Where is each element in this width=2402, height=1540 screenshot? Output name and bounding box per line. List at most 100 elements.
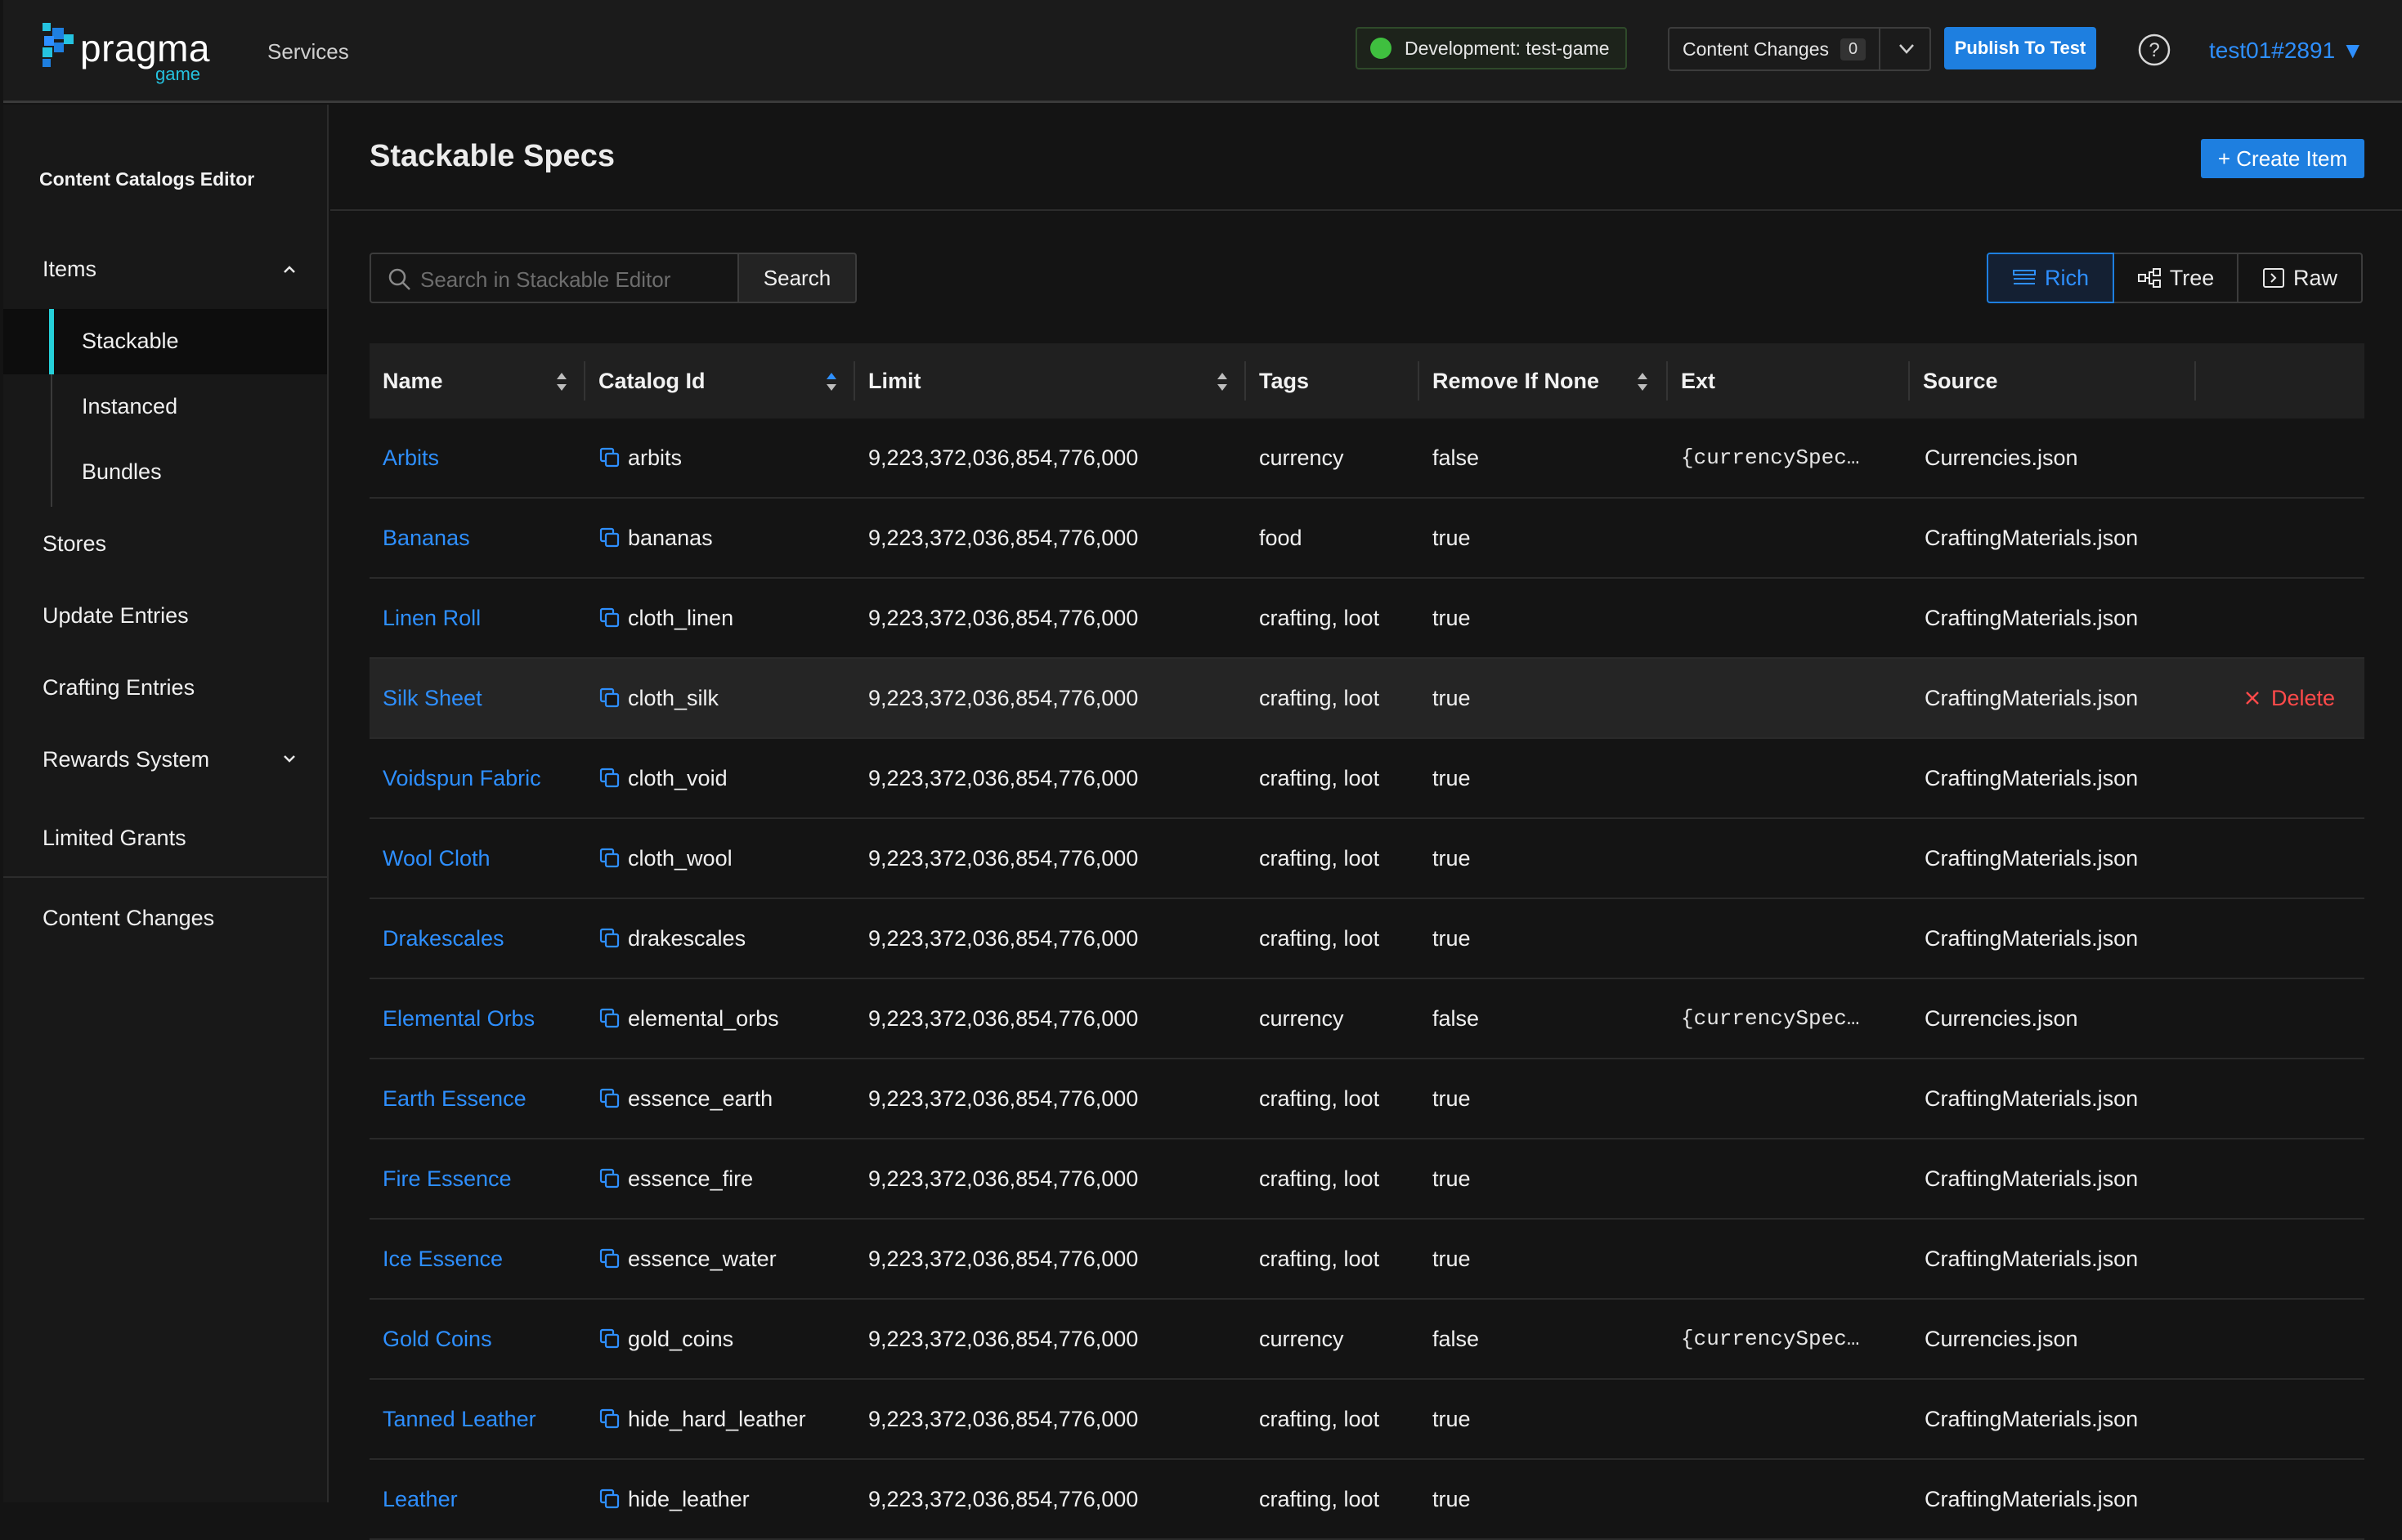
copy-icon[interactable] xyxy=(598,1007,621,1030)
column-header-limit[interactable]: Limit xyxy=(855,343,1244,419)
sort-icon[interactable] xyxy=(1215,369,1230,394)
help-icon[interactable]: ? xyxy=(2137,33,2171,67)
copy-icon[interactable] xyxy=(598,1488,621,1511)
copy-icon[interactable] xyxy=(598,526,621,549)
cell-remove-if-none-text: false xyxy=(1432,1005,1480,1031)
cell-name[interactable]: Linen Roll xyxy=(383,579,481,657)
sidebar-item-instanced[interactable]: Instanced xyxy=(82,394,177,419)
search-input[interactable] xyxy=(419,262,733,297)
sidebar-item-rewards-system[interactable]: Rewards System xyxy=(43,747,209,772)
copy-icon[interactable] xyxy=(598,446,621,469)
table-row[interactable]: Voidspun Fabric cloth_void 9,223,372,036,8… xyxy=(370,739,2364,819)
cell-name[interactable]: Bananas xyxy=(383,499,470,577)
cell-catalog-id-text: cloth_void xyxy=(628,765,728,790)
sidebar-item-limited-grants[interactable]: Limited Grants xyxy=(43,826,186,851)
table-row[interactable]: Silk Sheet cloth_silk 9,223,372,036,854,77… xyxy=(370,659,2364,739)
cell-tags: crafting, loot xyxy=(1259,659,1379,737)
create-item-button[interactable]: + Create Item xyxy=(2201,139,2364,178)
column-divider xyxy=(2194,361,2196,401)
cell-remove-if-none: false xyxy=(1432,979,1479,1058)
cell-name[interactable]: Arbits xyxy=(383,419,439,497)
cell-tags: crafting, loot xyxy=(1259,1460,1379,1538)
table-row[interactable]: Elemental Orbs elemental_orbs 9,223,372,03… xyxy=(370,979,2364,1059)
table-row[interactable]: Leather hide_leather 9,223,372,036,854,776… xyxy=(370,1460,2364,1540)
copy-icon[interactable] xyxy=(598,1167,621,1190)
table-row[interactable]: Gold Coins gold_coins 9,223,372,036,854,77… xyxy=(370,1300,2364,1380)
pragma-logo[interactable]: pragma game xyxy=(43,23,231,85)
cell-name[interactable]: Fire Essence xyxy=(383,1139,512,1218)
cell-name[interactable]: Gold Coins xyxy=(383,1300,492,1378)
column-header-tags[interactable]: Tags xyxy=(1246,343,1419,419)
sidebar-item-stores[interactable]: Stores xyxy=(43,531,106,557)
cell-remove-if-none-text: true xyxy=(1432,1246,1471,1271)
chevron-down-icon[interactable] xyxy=(1890,37,1923,61)
view-tree-button[interactable]: Tree xyxy=(2113,253,2238,303)
cell-catalog-id: gold_coins xyxy=(598,1300,733,1378)
raw-view-icon xyxy=(2262,268,2284,288)
column-header-ext[interactable]: Ext xyxy=(1668,343,1910,419)
table-row[interactable]: Drakescales drakescales 9,223,372,036,854,… xyxy=(370,899,2364,979)
nav-services[interactable]: Services xyxy=(267,39,349,65)
publish-to-test-button[interactable]: Publish To Test xyxy=(1944,27,2096,69)
chevron-up-icon[interactable] xyxy=(280,260,299,280)
copy-icon[interactable] xyxy=(598,927,621,950)
cell-name[interactable]: Wool Cloth xyxy=(383,819,491,898)
sidebar-item-content-changes[interactable]: Content Changes xyxy=(43,906,214,931)
copy-icon[interactable] xyxy=(598,1247,621,1270)
sidebar-item-items[interactable]: Items xyxy=(43,257,96,282)
copy-icon[interactable] xyxy=(598,607,621,629)
table-row[interactable]: Arbits arbits 9,223,372,036,854,776,000 cur… xyxy=(370,419,2364,499)
column-header-catalog-id[interactable]: Catalog Id xyxy=(585,343,855,419)
column-header-remove-if-none[interactable]: Remove If None xyxy=(1419,343,1666,419)
cell-name[interactable]: Drakescales xyxy=(383,899,504,978)
cell-name[interactable]: Ice Essence xyxy=(383,1220,503,1298)
cell-name[interactable]: Earth Essence xyxy=(383,1059,527,1138)
view-rich-button[interactable]: Rich xyxy=(1987,253,2114,303)
table-row[interactable]: Linen Roll cloth_linen 9,223,372,036,854,7… xyxy=(370,579,2364,659)
chevron-down-icon[interactable] xyxy=(280,749,299,768)
cell-name[interactable]: Silk Sheet xyxy=(383,659,482,737)
cell-catalog-id: arbits xyxy=(598,419,682,497)
content-changes-dropdown[interactable]: Content Changes 0 xyxy=(1668,27,1931,71)
column-header-name[interactable]: Name xyxy=(370,343,585,419)
cell-tags-text: crafting, loot xyxy=(1259,1246,1380,1271)
table-row[interactable]: Fire Essence essence_fire 9,223,372,036,85… xyxy=(370,1139,2364,1220)
delete-button[interactable]: Delete xyxy=(2243,659,2335,737)
user-menu[interactable]: test01#2891 ▼ xyxy=(2209,38,2364,64)
table-row[interactable]: Tanned Leather hide_hard_leather 9,223,372… xyxy=(370,1380,2364,1460)
cell-limit-text: 9,223,372,036,854,776,000 xyxy=(868,845,1139,871)
sidebar-item-stackable[interactable]: Stackable xyxy=(82,329,179,354)
table-row[interactable]: Wool Cloth cloth_wool 9,223,372,036,854,77… xyxy=(370,819,2364,899)
cell-source-text: CraftingMaterials.json xyxy=(1925,925,2139,951)
sort-icon[interactable] xyxy=(554,369,569,394)
environment-badge[interactable]: Development: test-game xyxy=(1356,27,1627,69)
sort-icon[interactable] xyxy=(1635,369,1650,394)
copy-icon[interactable] xyxy=(598,1327,621,1350)
cell-name[interactable]: Voidspun Fabric xyxy=(383,739,541,817)
sidebar-item-update-entries[interactable]: Update Entries xyxy=(43,603,189,629)
search-button[interactable]: Search xyxy=(739,253,857,303)
copy-icon[interactable] xyxy=(598,1087,621,1110)
cell-source-text: CraftingMaterials.json xyxy=(1925,1086,2139,1111)
copy-icon[interactable] xyxy=(598,847,621,870)
stackable-specs-table: Name Catalog Id Limit Tags Remove If Non… xyxy=(370,343,2364,1540)
copy-icon[interactable] xyxy=(598,1408,621,1430)
view-raw-button[interactable]: Raw xyxy=(2237,253,2363,303)
copy-icon[interactable] xyxy=(598,767,621,790)
column-header-source[interactable]: Source xyxy=(1910,343,2196,419)
cell-name[interactable]: Tanned Leather xyxy=(383,1380,536,1458)
table-row[interactable]: Ice Essence essence_water 9,223,372,036,85… xyxy=(370,1220,2364,1300)
cell-limit: 9,223,372,036,854,776,000 xyxy=(868,1380,1138,1458)
search-icon xyxy=(388,268,410,290)
cell-catalog-id-text: drakescales xyxy=(628,925,746,951)
cell-name[interactable]: Leather xyxy=(383,1460,458,1538)
sidebar-item-bundles[interactable]: Bundles xyxy=(82,459,162,485)
cell-name[interactable]: Elemental Orbs xyxy=(383,979,535,1058)
table-row[interactable]: Earth Essence essence_earth 9,223,372,036,… xyxy=(370,1059,2364,1139)
copy-icon[interactable] xyxy=(598,687,621,710)
sidebar-item-crafting-entries[interactable]: Crafting Entries xyxy=(43,675,195,701)
cell-limit: 9,223,372,036,854,776,000 xyxy=(868,1220,1138,1298)
cell-limit: 9,223,372,036,854,776,000 xyxy=(868,739,1138,817)
table-row[interactable]: Bananas bananas 9,223,372,036,854,776,000 f… xyxy=(370,499,2364,579)
sort-icon[interactable] xyxy=(824,369,839,394)
